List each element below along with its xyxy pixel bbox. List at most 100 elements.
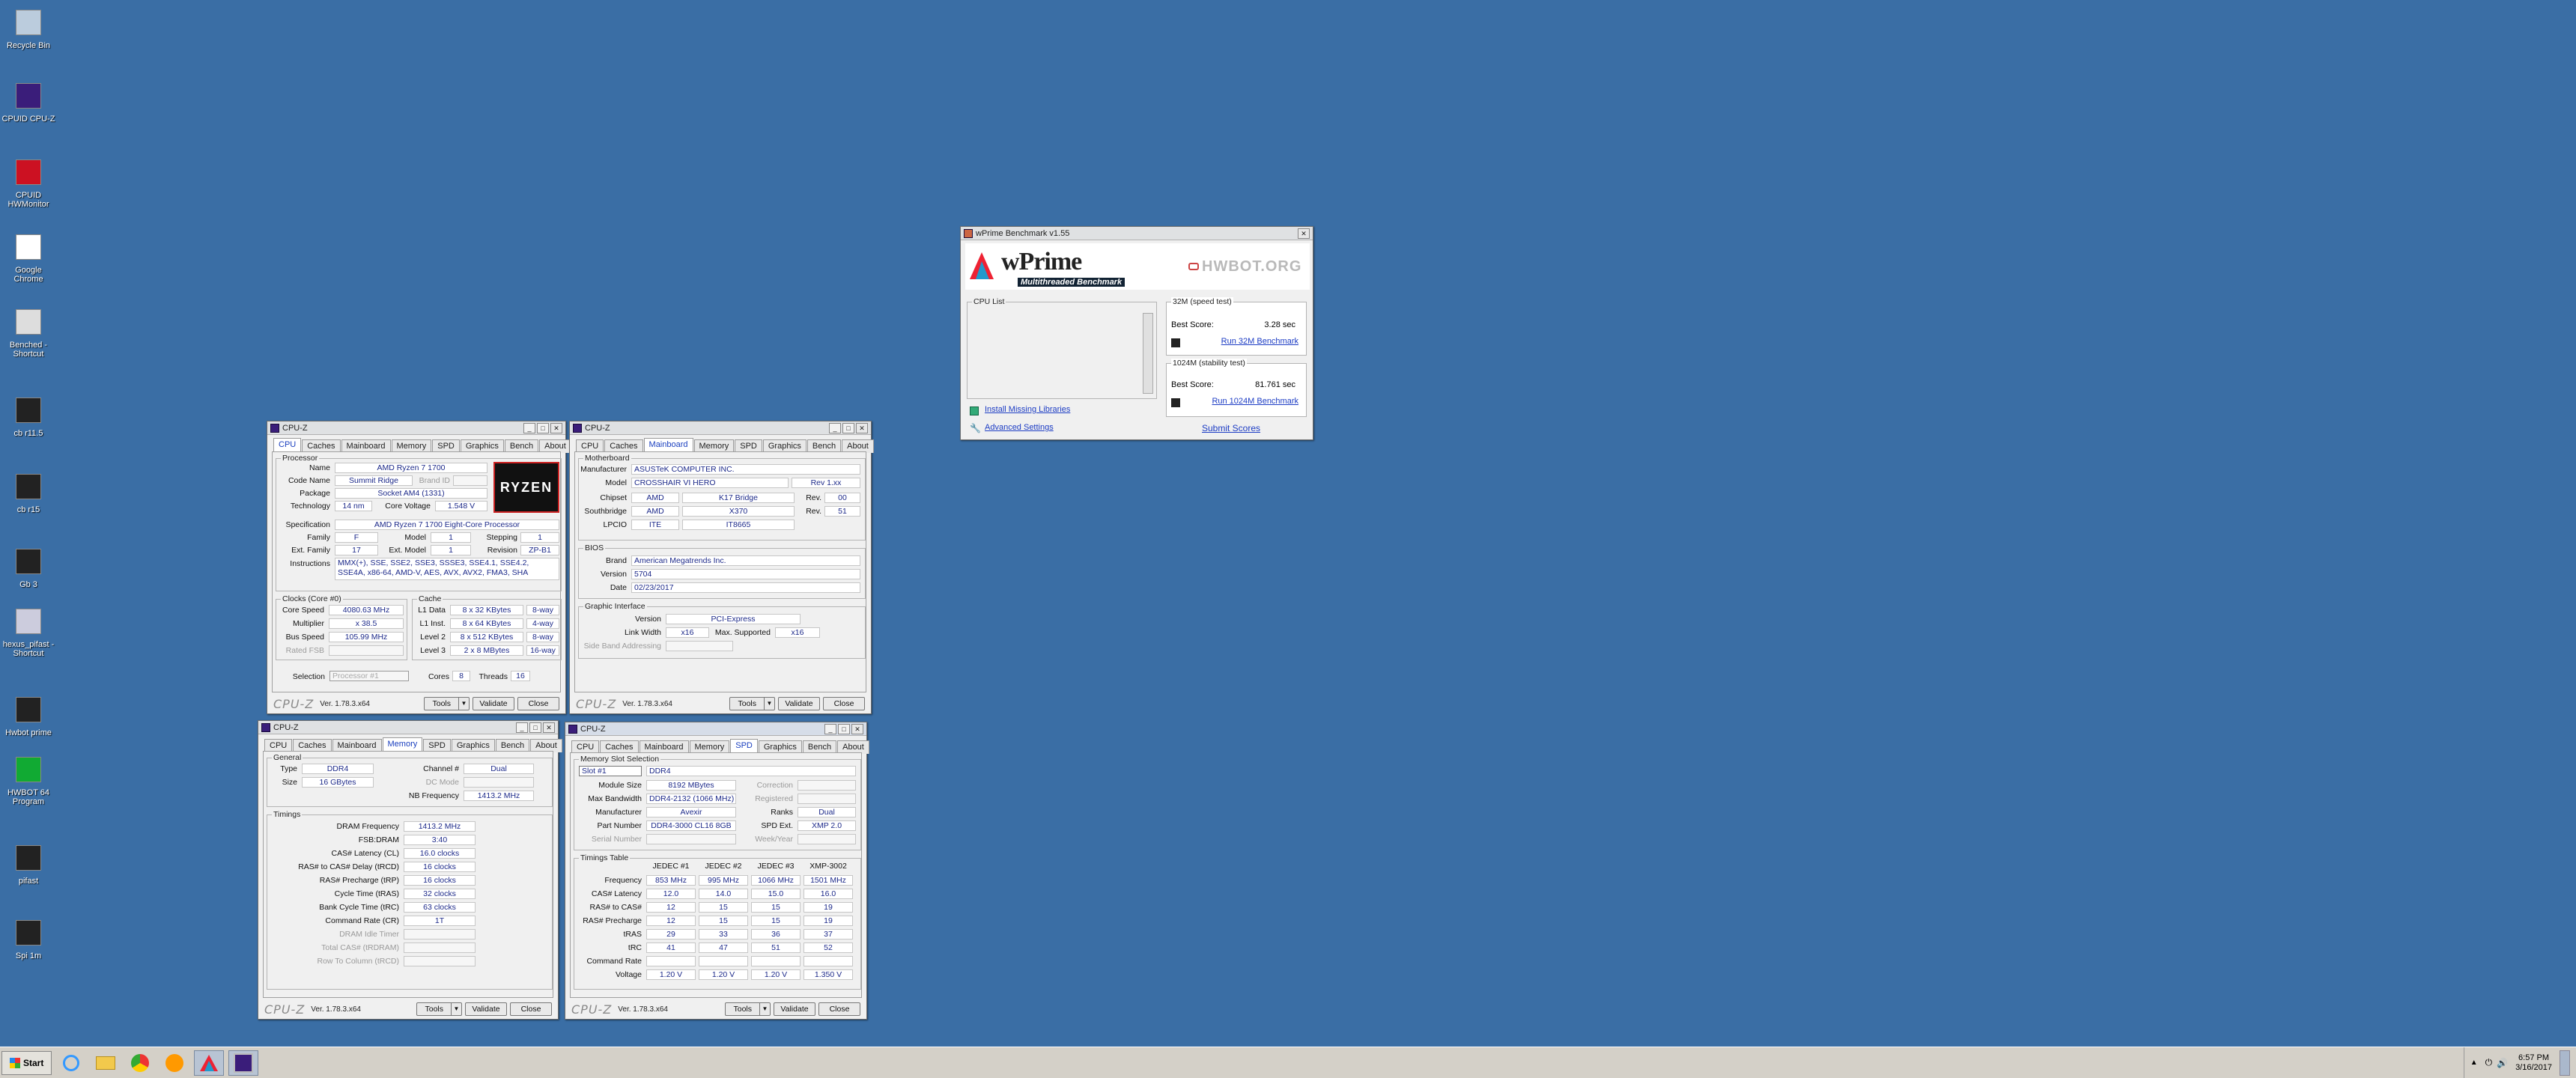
volume-icon[interactable]: 🔊 <box>2497 1058 2508 1068</box>
table-cell: 1501 MHz <box>804 875 853 886</box>
close-button[interactable]: Close <box>818 1002 860 1016</box>
chevron-down-icon[interactable]: ▼ <box>451 1003 461 1015</box>
cpuz-mainboard-window[interactable]: CPU-Z _ □ ✕ CPU Caches Mainboard Memory SPD Grap… <box>569 421 874 714</box>
close-icon[interactable]: ✕ <box>856 422 868 433</box>
table-cell: 15 <box>751 916 801 926</box>
desktop-icon[interactable]: CPUID HWMonitor <box>0 156 57 209</box>
maximize-button[interactable]: □ <box>529 722 541 733</box>
tab-memory[interactable]: Memory <box>382 737 423 752</box>
power-icon[interactable]: ⏻ <box>2485 1057 2493 1068</box>
cpuz-spd-window[interactable]: CPU-Z _ □ ✕ CPU Caches Mainboard Memory SPD Grap… <box>565 722 869 1020</box>
advanced-settings-link[interactable]: Advanced Settings <box>985 423 1054 432</box>
table-cell: 16.0 <box>804 889 853 899</box>
desktop-icon[interactable]: Hwbot prime <box>0 693 57 737</box>
validate-button[interactable]: Validate <box>473 697 514 710</box>
table-cell: 15 <box>699 916 748 926</box>
minimize-button[interactable]: _ <box>829 422 841 433</box>
desktop-icon[interactable]: cb r11.5 <box>0 394 57 438</box>
tools-button[interactable]: Tools ▼ <box>729 697 775 710</box>
table-cell: 12 <box>646 902 696 913</box>
tray-arrow-icon[interactable]: ▲ <box>2470 1059 2478 1067</box>
desktop-icon[interactable]: Gb 3 <box>0 545 57 589</box>
label: Date <box>610 583 627 592</box>
tools-button[interactable]: Tools ▼ <box>725 1002 771 1016</box>
wprime-taskbar-icon[interactable] <box>194 1050 225 1076</box>
maximize-button[interactable]: □ <box>537 422 549 433</box>
run-1024m-button[interactable]: Run 1024M Benchmark <box>1212 397 1298 406</box>
install-libraries-link[interactable]: Install Missing Libraries <box>985 405 1070 414</box>
max-bandwidth: DDR4-2132 (1066 MHz) <box>646 794 736 804</box>
submit-scores-link[interactable]: Submit Scores <box>1202 423 1260 433</box>
cpuz-cpu-window[interactable]: CPU-Z _ □ ✕ CPU Caches Mainboard Memory SPD Grap… <box>267 421 571 714</box>
show-desktop-button[interactable] <box>2560 1050 2570 1076</box>
desktop-icon[interactable]: Google Chrome <box>0 231 57 284</box>
minimize-button[interactable]: _ <box>516 722 528 733</box>
ext-model: 1 <box>431 545 471 555</box>
close-icon[interactable]: ✕ <box>543 722 555 733</box>
title-bar[interactable]: CPU-Z _ □ ✕ <box>565 722 866 736</box>
label: Revision <box>487 546 517 555</box>
chrome-icon[interactable] <box>125 1050 155 1076</box>
folder-icon[interactable] <box>91 1050 121 1076</box>
close-icon[interactable]: ✕ <box>550 422 562 433</box>
processor-select[interactable]: Processor #1 <box>329 671 409 681</box>
minimize-button[interactable]: _ <box>824 723 836 734</box>
maximize-button[interactable]: □ <box>842 422 854 433</box>
cpuz-taskbar-icon[interactable] <box>228 1050 259 1076</box>
tab-mainboard[interactable]: Mainboard <box>643 438 693 453</box>
desktop-icon-label: Hwbot prime <box>5 728 52 737</box>
tools-label: Tools <box>425 1005 443 1014</box>
tools-button[interactable]: Tools ▼ <box>416 1002 462 1016</box>
ie-icon[interactable] <box>56 1050 86 1076</box>
chevron-down-icon[interactable]: ▼ <box>458 698 469 710</box>
group-label: Clocks (Core #0) <box>281 594 343 603</box>
correction <box>798 780 856 791</box>
link-width: x16 <box>666 627 709 638</box>
save-icon[interactable] <box>1171 398 1180 407</box>
desktop-icon[interactable]: cb r15 <box>0 470 57 514</box>
save-icon[interactable] <box>1171 338 1180 347</box>
table-cell <box>646 956 696 966</box>
title-bar[interactable]: CPU-Z _ □ ✕ <box>267 421 565 435</box>
tab-cpu[interactable]: CPU <box>273 438 302 453</box>
validate-button[interactable]: Validate <box>774 1002 815 1016</box>
clock-time: 6:57 PM <box>2518 1053 2550 1062</box>
clock[interactable]: 6:57 PM 3/16/2017 <box>2515 1053 2552 1073</box>
chevron-down-icon[interactable]: ▼ <box>764 698 774 710</box>
title-bar[interactable]: CPU-Z _ □ ✕ <box>570 421 871 435</box>
slot-select[interactable]: Slot #1 <box>579 766 642 776</box>
desktop-icon[interactable]: CPUID CPU-Z <box>0 79 57 124</box>
desktop-icon[interactable]: Benched - Shortcut <box>0 305 57 359</box>
start-button[interactable]: Start <box>1 1050 52 1075</box>
tab-spd[interactable]: SPD <box>730 739 758 754</box>
wprime-window[interactable]: wPrime Benchmark v1.55 ✕ wPrime Multithre… <box>960 226 1313 440</box>
chevron-down-icon[interactable]: ▼ <box>759 1003 770 1015</box>
desktop-icon[interactable]: Spi 1m <box>0 916 57 960</box>
close-button[interactable]: Close <box>510 1002 552 1016</box>
desktop-icon[interactable]: pifast <box>0 841 57 886</box>
media-player-icon[interactable] <box>160 1050 189 1076</box>
window-title: CPU-Z <box>585 423 610 433</box>
southbridge-model: X370 <box>682 506 795 517</box>
validate-button[interactable]: Validate <box>778 697 820 710</box>
maximize-button[interactable]: □ <box>838 723 850 734</box>
tools-button[interactable]: Tools ▼ <box>424 697 470 710</box>
close-icon[interactable]: ✕ <box>1298 228 1310 239</box>
desktop-icon[interactable]: hexus_pifast - Shortcut <box>0 605 57 658</box>
cpuz-memory-window[interactable]: CPU-Z _ □ ✕ CPU Caches Mainboard Memory SPD Grap… <box>258 720 562 1020</box>
close-button[interactable]: Close <box>517 697 559 710</box>
close-button[interactable]: Close <box>823 697 865 710</box>
run-32m-button[interactable]: Run 32M Benchmark <box>1221 337 1298 346</box>
validate-button[interactable]: Validate <box>465 1002 507 1016</box>
module-manufacturer: Avexir <box>646 807 736 817</box>
desktop-icon[interactable]: HWBOT 64 Program <box>0 753 57 806</box>
scrollbar[interactable] <box>1143 313 1153 394</box>
label: Brand ID <box>419 476 450 485</box>
cpu-list[interactable] <box>969 311 1155 395</box>
stepping: 1 <box>520 532 559 543</box>
title-bar[interactable]: wPrime Benchmark v1.55 ✕ <box>961 227 1313 240</box>
desktop-icon[interactable]: Recycle Bin <box>0 6 57 50</box>
close-icon[interactable]: ✕ <box>851 723 863 734</box>
title-bar[interactable]: CPU-Z _ □ ✕ <box>258 721 558 734</box>
minimize-button[interactable]: _ <box>523 422 535 433</box>
